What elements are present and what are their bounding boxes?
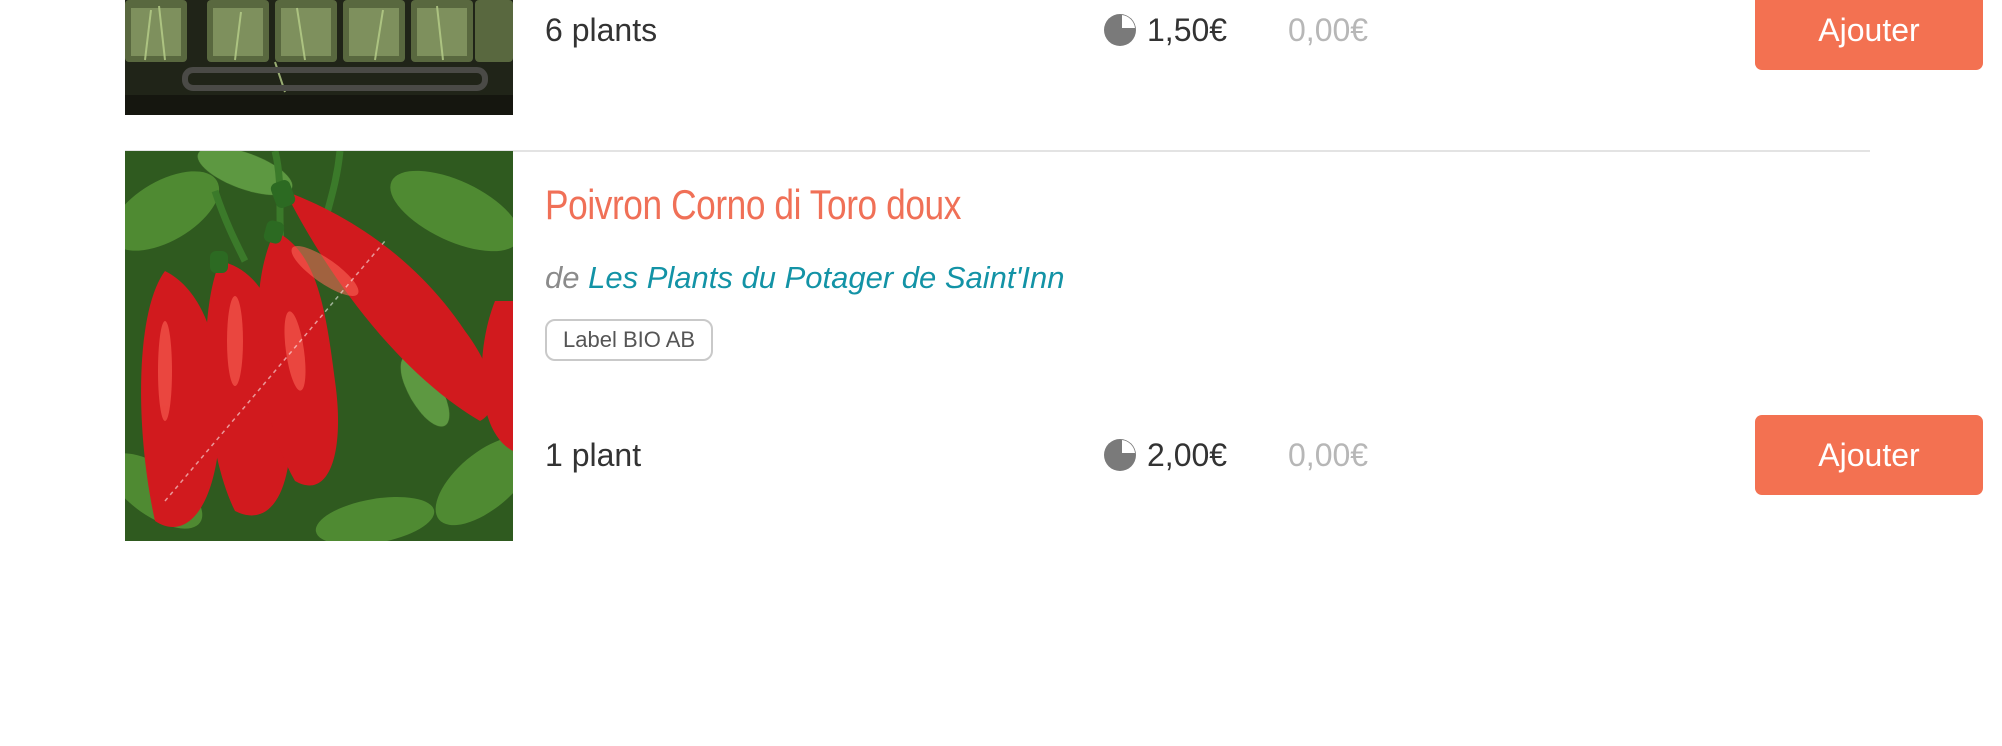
price-value: 2,00€ [1147, 436, 1228, 473]
unit-price: 2,00€ [1103, 415, 1227, 495]
product-image-seedling-tray[interactable] [125, 0, 513, 115]
label-badge: Label BIO AB [545, 319, 714, 361]
line-total: 0,00€ [1288, 437, 1369, 473]
product-title[interactable]: Poivron Corno di Toro doux [545, 181, 961, 229]
pie-chart-icon [1104, 439, 1136, 471]
add-to-cart-button[interactable]: Ajouter [1755, 0, 1983, 70]
product-info: 6 plants 1,50€ 0,00€ Ajouter [545, 0, 1983, 115]
quantity-label: 1 plant [545, 437, 642, 473]
product-card: 6 plants 1,50€ 0,00€ Ajouter [125, 0, 1983, 115]
unit-price: 1,50€ [1103, 0, 1227, 70]
price-value: 1,50€ [1147, 11, 1228, 48]
offer-row: 1 plant 2,00€ 0,00€ Ajouter [545, 415, 1983, 495]
producer-link[interactable]: Les Plants du Potager de Saint'Inn [588, 260, 1064, 295]
seedling-tray-illustration [125, 0, 513, 115]
producer-line: de Les Plants du Potager de Saint'Inn [545, 260, 1065, 296]
product-card: Poivron Corno di Toro doux de Les Plants… [125, 151, 1983, 541]
line-total: 0,00€ [1288, 12, 1369, 48]
product-image-peppers[interactable] [125, 151, 513, 541]
pie-chart-icon [1104, 14, 1136, 46]
producer-prefix: de [545, 260, 580, 295]
red-peppers-illustration [125, 151, 513, 541]
product-info: Poivron Corno di Toro doux de Les Plants… [545, 151, 1983, 541]
quantity-label: 6 plants [545, 12, 658, 48]
offer-row: 6 plants 1,50€ 0,00€ Ajouter [545, 0, 1983, 70]
product-list: 6 plants 1,50€ 0,00€ Ajouter Poivron Cor… [0, 0, 2002, 746]
add-to-cart-button[interactable]: Ajouter [1755, 415, 1983, 495]
